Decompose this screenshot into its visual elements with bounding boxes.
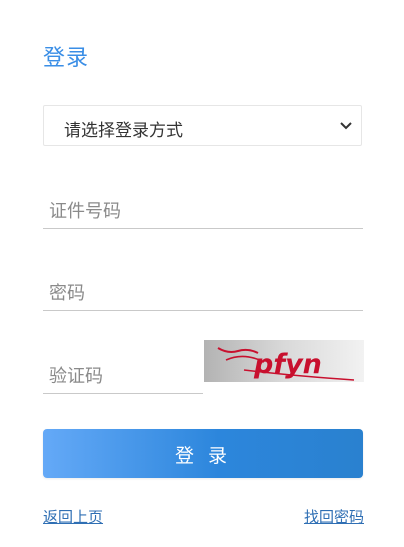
password-placeholder: 密码	[49, 283, 85, 304]
captcha-image[interactable]: pfyn	[204, 340, 364, 382]
login-page: 登录 请选择登录方式 证件号码 密码 验证码 pfyn 登 录 返回上页 找回密…	[0, 0, 404, 547]
login-method-select[interactable]: 请选择登录方式	[43, 105, 362, 146]
back-link[interactable]: 返回上页	[43, 506, 103, 527]
password-field[interactable]: 密码	[43, 270, 363, 311]
page-title: 登录	[43, 46, 90, 71]
captcha-graphic: pfyn	[204, 340, 364, 382]
login-method-select-value: 请选择登录方式	[64, 121, 183, 141]
captcha-placeholder: 验证码	[49, 366, 103, 387]
captcha-text: pfyn	[253, 349, 322, 380]
captcha-field[interactable]: 验证码	[43, 353, 203, 394]
id-number-field[interactable]: 证件号码	[43, 188, 363, 229]
id-number-placeholder: 证件号码	[49, 201, 121, 222]
chevron-down-icon	[340, 122, 352, 130]
login-button[interactable]: 登 录	[43, 429, 363, 478]
forgot-password-link[interactable]: 找回密码	[304, 506, 364, 527]
login-button-label: 登 录	[174, 445, 232, 467]
